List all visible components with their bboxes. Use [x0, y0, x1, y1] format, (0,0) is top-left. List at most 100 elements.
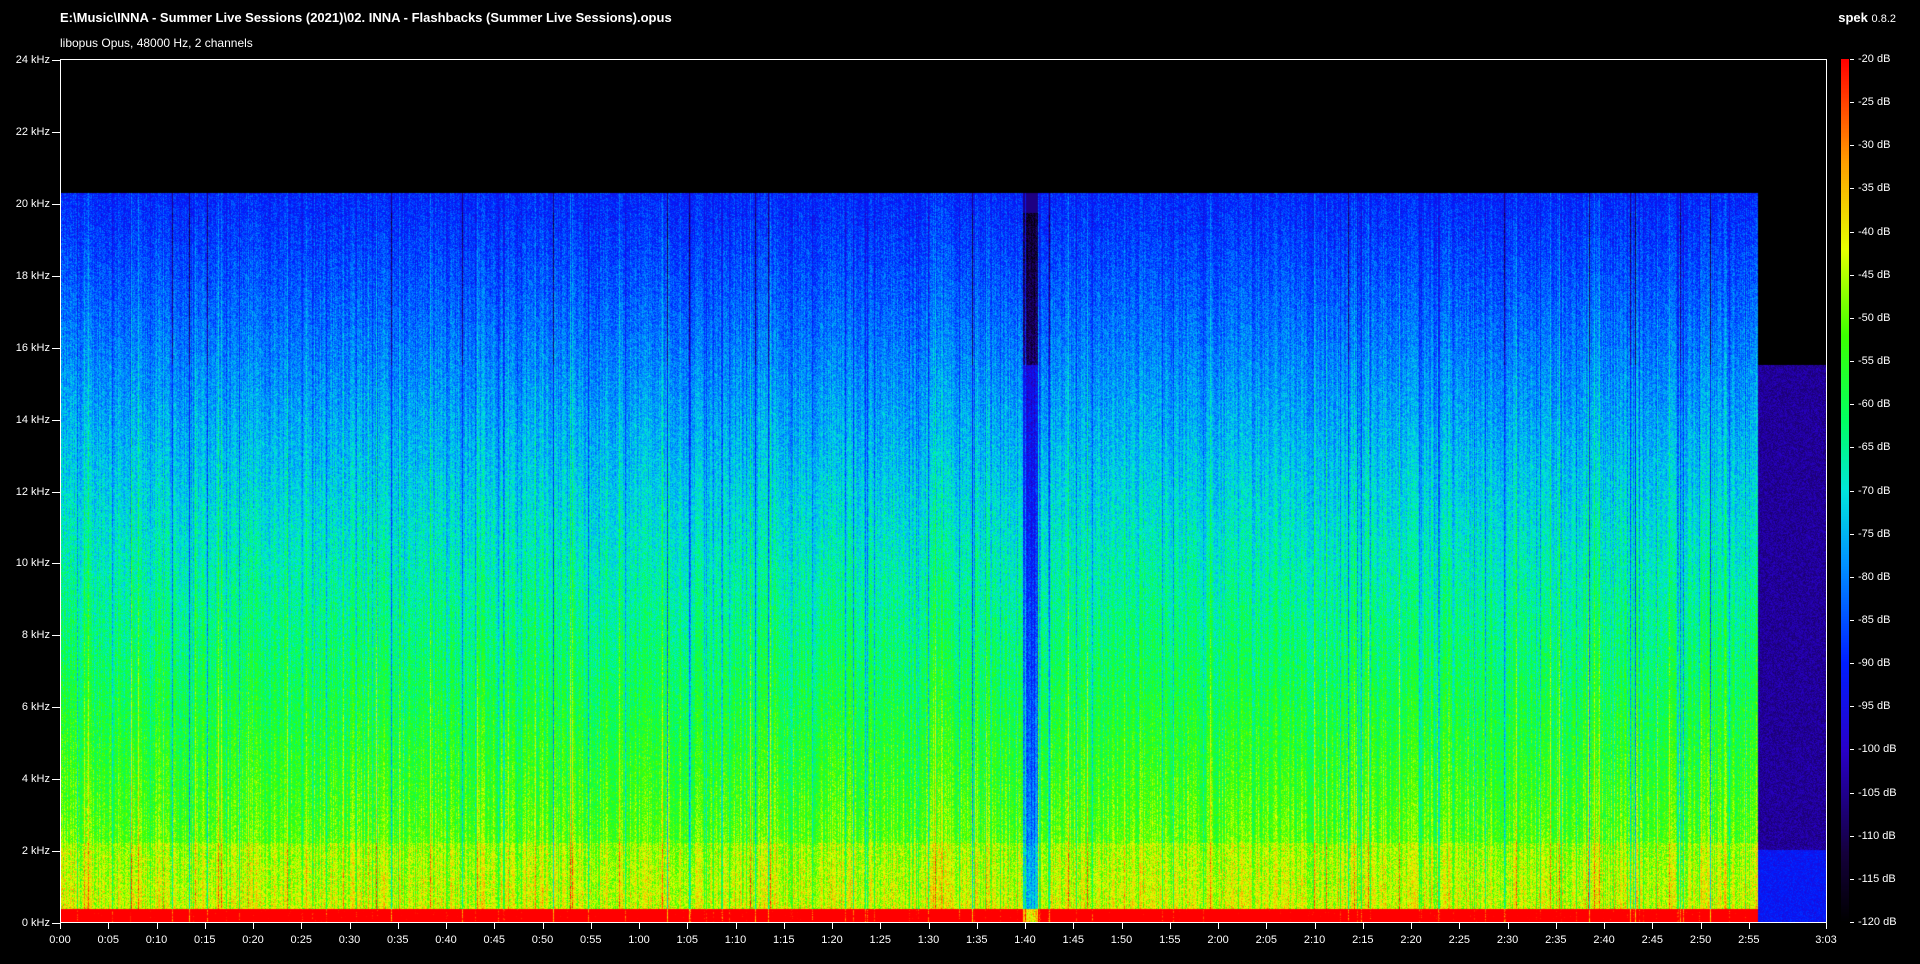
spectrogram-plot[interactable]: [60, 59, 1827, 923]
time-tick: [1826, 923, 1827, 929]
db-tick: [1850, 878, 1854, 880]
time-tick: [204, 923, 206, 929]
db-tick-label: -110 dB: [1858, 829, 1896, 842]
time-tick-label: 0:15: [194, 934, 216, 946]
app-version: 0.8.2: [1871, 13, 1896, 25]
time-tick-label: 0:05: [97, 934, 119, 946]
db-tick: [1850, 102, 1854, 104]
db-tick-label: -60 dB: [1858, 398, 1891, 411]
time-tick-label: 2:20: [1400, 934, 1422, 946]
time-tick: [832, 923, 834, 929]
db-tick-label: -20 dB: [1858, 53, 1891, 65]
db-tick-label: -35 dB: [1858, 182, 1891, 195]
db-tick: [1850, 447, 1854, 449]
time-tick-label: 0:40: [435, 934, 457, 946]
time-tick: [1555, 923, 1557, 929]
time-tick-label: 0:10: [145, 934, 168, 946]
db-tick-label: -95 dB: [1858, 700, 1891, 713]
db-tick: [1850, 317, 1854, 319]
db-tick: [1850, 361, 1854, 363]
time-tick-label: 0:55: [580, 934, 602, 946]
time-tick-label: 0:50: [531, 934, 554, 946]
time-tick-label: 1:05: [676, 934, 698, 946]
db-tick-label: -105 dB: [1858, 786, 1897, 799]
frequency-tick: [52, 491, 60, 493]
time-tick: [1025, 923, 1027, 929]
time-tick-label: 1:30: [917, 934, 940, 946]
db-tick: [1850, 619, 1854, 621]
time-tick-label: 1:40: [1014, 934, 1036, 946]
time-tick-label: 2:05: [1255, 934, 1277, 946]
time-tick: [108, 923, 110, 929]
frequency-tick-label: 22 kHz: [15, 125, 50, 138]
time-tick-label: 1:50: [1110, 934, 1133, 946]
db-tick-label: -65 dB: [1858, 441, 1891, 454]
file-path-title: E:\Music\INNA - Summer Live Sessions (20…: [60, 10, 672, 25]
db-tick-label: -90 dB: [1858, 657, 1891, 670]
app-version-label: spek 0.8.2: [1838, 10, 1896, 25]
frequency-tick-label: 12 kHz: [15, 485, 50, 498]
time-tick: [1748, 923, 1750, 929]
time-tick: [783, 923, 785, 929]
time-tick-label: 0:20: [242, 934, 264, 946]
db-tick: [1850, 576, 1854, 578]
time-tick: [1121, 923, 1123, 929]
time-tick-label: 2:45: [1641, 934, 1663, 946]
frequency-tick-label: 14 kHz: [15, 413, 50, 426]
db-tick: [1850, 490, 1854, 492]
time-tick: [1169, 923, 1171, 929]
frequency-tick: [52, 131, 60, 133]
time-tick: [301, 923, 303, 929]
frequency-tick-label: 10 kHz: [15, 557, 50, 570]
time-tick: [1411, 923, 1413, 929]
db-tick-label: -80 dB: [1858, 570, 1891, 583]
time-tick-label: 0:30: [338, 934, 361, 946]
frequency-tick: [52, 563, 60, 565]
frequency-tick: [52, 779, 60, 781]
frequency-tick-label: 4 kHz: [21, 773, 50, 786]
frequency-tick-label: 16 kHz: [15, 341, 50, 354]
db-tick: [1850, 231, 1854, 233]
time-tick: [1652, 923, 1654, 929]
stream-info: libopus Opus, 48000 Hz, 2 channels: [60, 36, 253, 50]
db-tick-label: -70 dB: [1858, 484, 1891, 497]
frequency-tick-label: 24 kHz: [15, 54, 50, 66]
frequency-tick-label: 2 kHz: [21, 845, 50, 858]
frequency-tick: [52, 923, 60, 924]
time-tick: [542, 923, 544, 929]
db-tick: [1850, 792, 1854, 794]
frequency-tick: [52, 275, 60, 277]
time-tick-label: 0:35: [387, 934, 409, 946]
frequency-tick-label: 8 kHz: [21, 629, 50, 642]
frequency-tick: [52, 635, 60, 637]
time-tick-label: 2:10: [1303, 934, 1326, 946]
time-tick-label: 2:00: [1207, 934, 1229, 946]
frequency-tick-label: 0 kHz: [21, 917, 50, 929]
db-tick-label: -45 dB: [1858, 268, 1891, 281]
time-tick: [735, 923, 737, 929]
db-tick: [1850, 59, 1854, 60]
time-tick: [397, 923, 399, 929]
time-tick: [1218, 923, 1220, 929]
time-tick-label: 1:00: [628, 934, 650, 946]
db-tick: [1850, 533, 1854, 535]
time-tick-label: 2:40: [1593, 934, 1615, 946]
time-tick-label: 3:03: [1815, 934, 1837, 946]
time-tick-label: 2:50: [1689, 934, 1712, 946]
db-tick: [1850, 188, 1854, 190]
frequency-tick-label: 20 kHz: [15, 197, 50, 210]
app-name: spek: [1838, 10, 1868, 25]
db-tick-label: -50 dB: [1858, 311, 1891, 324]
time-tick: [156, 923, 158, 929]
db-tick: [1850, 404, 1854, 406]
time-tick-label: 0:25: [290, 934, 312, 946]
time-tick: [590, 923, 592, 929]
db-tick-label: -55 dB: [1858, 355, 1891, 368]
frequency-tick: [52, 851, 60, 853]
time-tick-label: 2:55: [1738, 934, 1760, 946]
frequency-tick: [52, 419, 60, 421]
frequency-tick: [52, 707, 60, 709]
frequency-tick: [52, 60, 60, 61]
time-tick: [976, 923, 978, 929]
db-color-scale: [1841, 59, 1849, 923]
